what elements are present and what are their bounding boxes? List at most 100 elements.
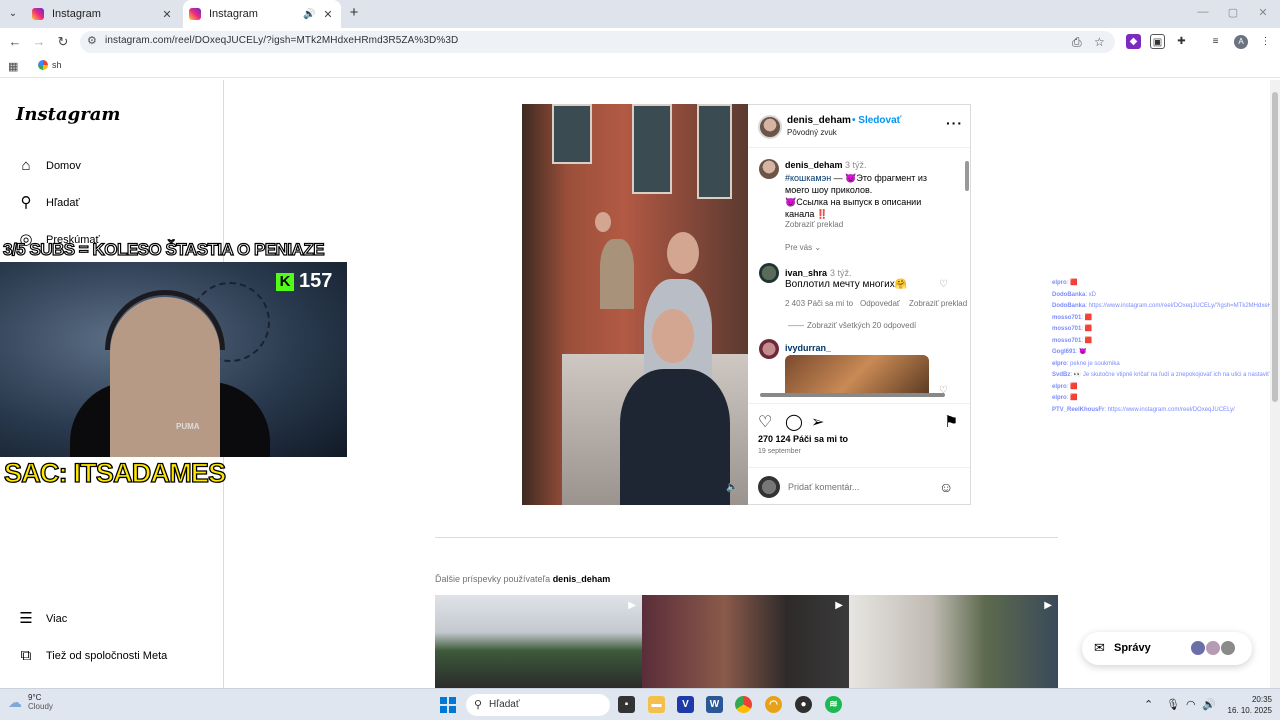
chat-username[interactable]: elpro bbox=[1052, 280, 1067, 286]
maximize-icon[interactable]: ▢ bbox=[1226, 6, 1240, 19]
post-thumbnail[interactable]: ▶ bbox=[435, 595, 642, 688]
commenter-avatar[interactable] bbox=[759, 263, 779, 283]
post-thumbnail[interactable]: ▶ bbox=[642, 595, 849, 688]
file-explorer-icon[interactable]: ▬ bbox=[648, 696, 665, 713]
apps-grid-icon[interactable]: ▦ bbox=[8, 60, 18, 73]
like-count[interactable]: 270 124 Páči sa mi to bbox=[758, 434, 848, 444]
volume-icon[interactable]: 🔊 bbox=[1202, 698, 1216, 711]
chat-username[interactable]: elpro bbox=[1052, 361, 1067, 367]
system-clock[interactable]: 20:35 16. 10. 2025 bbox=[1222, 694, 1272, 716]
scrollbar-thumb[interactable] bbox=[965, 161, 969, 191]
caption-line: канала ‼️ bbox=[785, 209, 829, 219]
horizontal-scrollbar[interactable] bbox=[752, 392, 962, 398]
for-you-dropdown[interactable]: Pre vás ⌄ bbox=[785, 243, 821, 252]
comment-likes[interactable]: 2 403 Páči sa mi to bbox=[785, 299, 853, 308]
bookmark-star-icon[interactable]: ☆ bbox=[1094, 35, 1105, 49]
browser-tab-active[interactable]: Instagram 🔊 ✕ bbox=[183, 0, 341, 28]
close-icon[interactable]: ✕ bbox=[321, 8, 335, 21]
original-audio[interactable]: Pôvodný zvuk bbox=[787, 128, 837, 137]
scrollbar-thumb[interactable] bbox=[1272, 92, 1278, 402]
spotify-icon[interactable]: ≋ bbox=[825, 696, 842, 713]
minimize-icon[interactable]: — bbox=[1196, 6, 1210, 18]
tab-search-button[interactable]: ⌄ bbox=[4, 5, 22, 23]
comment-icon[interactable]: ◯ bbox=[785, 412, 803, 432]
bookmark-item[interactable]: sh bbox=[38, 60, 62, 70]
scrollbar-thumb[interactable] bbox=[760, 393, 945, 397]
sidebar-item-home[interactable]: ⌂ Domov bbox=[16, 156, 80, 176]
more-posts-username[interactable]: denis_deham bbox=[553, 574, 611, 584]
follow-button[interactable]: • Sledovať bbox=[852, 115, 901, 126]
chat-username[interactable]: mosso701 bbox=[1052, 326, 1081, 332]
post-thumbnail[interactable]: ▶ bbox=[849, 595, 1058, 688]
microphone-icon[interactable]: 🎙 bbox=[1166, 698, 1180, 711]
comments-scrollbar[interactable] bbox=[964, 149, 970, 389]
profile-avatar[interactable]: A bbox=[1234, 35, 1248, 49]
chat-username[interactable]: elpro bbox=[1052, 384, 1067, 390]
messages-button[interactable]: ✉ Správy bbox=[1082, 632, 1252, 665]
author-avatar[interactable] bbox=[758, 115, 782, 139]
back-icon[interactable]: ← bbox=[6, 33, 24, 51]
chat-username[interactable]: SvdBz bbox=[1052, 372, 1070, 378]
like-comment-icon[interactable]: ♡ bbox=[939, 279, 948, 290]
speaker-icon[interactable]: 🔊 bbox=[303, 9, 317, 20]
comment-username[interactable]: ivan_shra bbox=[785, 268, 827, 278]
puzzle-icon[interactable]: ✚ bbox=[1174, 34, 1189, 49]
chat-username[interactable]: Gogl691 bbox=[1052, 349, 1076, 355]
instagram-logo[interactable]: Instagram bbox=[16, 104, 120, 125]
caption-username[interactable]: denis_deham bbox=[785, 160, 843, 170]
hashtag-link[interactable]: #кошкамэн bbox=[785, 173, 831, 183]
app-v-icon[interactable]: V bbox=[677, 696, 694, 713]
chevron-up-icon[interactable]: ⌃ bbox=[1144, 698, 1153, 711]
forward-icon[interactable]: → bbox=[30, 33, 48, 51]
word-icon[interactable]: W bbox=[706, 696, 723, 713]
close-icon[interactable]: ✕ bbox=[160, 8, 174, 21]
headphones-app-icon[interactable]: ◠ bbox=[765, 696, 782, 713]
obs-icon[interactable]: ● bbox=[795, 696, 812, 713]
wifi-icon[interactable]: ◠ bbox=[1186, 698, 1196, 711]
author-avatar[interactable] bbox=[759, 159, 779, 179]
extension-icon[interactable]: ◆ bbox=[1126, 34, 1141, 49]
emoji-icon[interactable]: ☺ bbox=[939, 479, 953, 495]
install-icon[interactable]: ⎙ bbox=[1072, 35, 1082, 50]
sidebar-item-meta[interactable]: ⧉ Tiež od spoločnosti Meta bbox=[16, 646, 168, 666]
page-scrollbar[interactable] bbox=[1270, 80, 1280, 688]
like-heart-icon[interactable]: ♡ bbox=[758, 412, 772, 432]
reload-icon[interactable]: ↻ bbox=[54, 33, 72, 51]
task-view-icon[interactable]: ▪ bbox=[618, 696, 635, 713]
windows-start-icon[interactable] bbox=[440, 697, 456, 713]
new-tab-button[interactable]: + bbox=[346, 5, 362, 21]
chat-username[interactable]: PTV_ReelKhousFr bbox=[1052, 407, 1104, 413]
reply-button[interactable]: Odpovedať bbox=[860, 299, 900, 308]
see-translation-link[interactable]: Zobraziť preklad bbox=[785, 220, 843, 229]
comment-username[interactable]: ivydurran_ bbox=[785, 343, 831, 353]
comments-list[interactable]: denis_deham 3 týž. #кошкамэн — 😈Это фраг… bbox=[748, 149, 970, 401]
commenter-avatar[interactable] bbox=[759, 339, 779, 359]
address-bar[interactable]: ⚙ instagram.com/reel/DOxeqJUCELy/?igsh=M… bbox=[80, 31, 1115, 53]
save-bookmark-icon[interactable]: ⚑ bbox=[944, 412, 958, 432]
view-replies-link[interactable]: Zobraziť všetkých 20 odpovedí bbox=[807, 321, 916, 330]
reel-video[interactable] bbox=[522, 104, 748, 505]
weather-widget[interactable]: ☁ 9°C Cloudy bbox=[8, 693, 53, 711]
chat-username[interactable]: elpro bbox=[1052, 395, 1067, 401]
window-close-icon[interactable]: ✕ bbox=[1256, 6, 1270, 19]
extension-icon[interactable]: ▣ bbox=[1150, 34, 1165, 49]
site-info-icon[interactable]: ⚙ bbox=[87, 34, 97, 47]
chat-username[interactable]: DodoBanka bbox=[1052, 303, 1085, 309]
media-control-icon[interactable]: ≡ bbox=[1208, 34, 1223, 49]
add-comment-input[interactable]: Pridať komentár... bbox=[788, 482, 859, 492]
see-translation-link[interactable]: Zobraziť preklad bbox=[909, 299, 967, 308]
chat-username[interactable]: mosso701 bbox=[1052, 338, 1081, 344]
chrome-icon[interactable] bbox=[735, 696, 752, 713]
more-options-icon[interactable]: ··· bbox=[946, 115, 963, 131]
browser-tab[interactable]: Instagram ✕ bbox=[26, 0, 180, 28]
author-username[interactable]: denis_deham bbox=[787, 115, 851, 126]
share-icon[interactable]: ➢ bbox=[811, 412, 824, 432]
chat-username[interactable]: mosso701 bbox=[1052, 315, 1081, 321]
taskbar-search[interactable]: ⚲ Hľadať bbox=[466, 694, 610, 716]
kebab-menu-icon[interactable]: ⋮ bbox=[1258, 34, 1273, 49]
chat-username[interactable]: DodoBanka bbox=[1052, 292, 1085, 298]
comment-image[interactable] bbox=[785, 355, 929, 395]
sidebar-item-search[interactable]: ⚲ Hľadať bbox=[16, 193, 80, 213]
volume-icon[interactable]: 🔈 bbox=[726, 482, 738, 493]
sidebar-item-more[interactable]: ☰ Viac bbox=[16, 609, 67, 629]
